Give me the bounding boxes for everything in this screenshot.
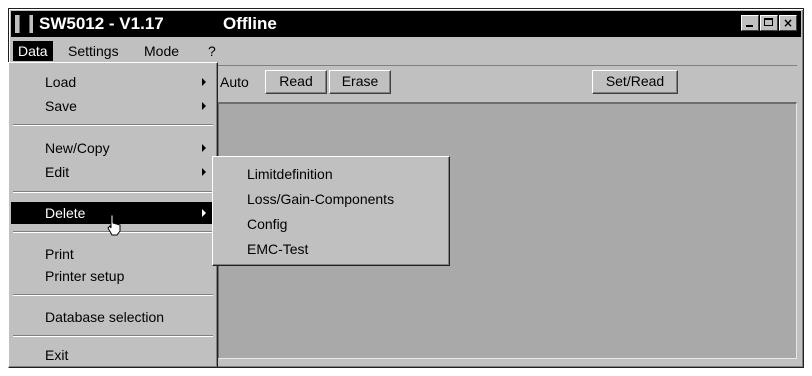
submenu-arrow-icon [202,209,206,217]
menu-separator [13,335,213,337]
close-icon[interactable]: × [779,15,797,31]
menu-separator [13,294,213,296]
delete-submenu: Limitdefinition Loss/Gain-Components Con… [212,156,450,266]
menu-item-load[interactable]: Load [11,71,215,93]
menu-separator [13,124,213,126]
submenu-item-config[interactable]: Config [247,213,287,235]
submenu-arrow-icon [202,144,206,152]
erase-button[interactable]: Erase [329,70,391,94]
submenu-item-limitdefinition[interactable]: Limitdefinition [247,163,333,185]
menu-settings[interactable]: Settings [63,41,124,61]
menu-item-printer-setup[interactable]: Printer setup [11,265,215,287]
menu-item-new-copy[interactable]: New/Copy [11,137,215,159]
submenu-item-loss-gain-components[interactable]: Loss/Gain-Components [247,188,394,210]
menu-mode[interactable]: Mode [139,41,184,61]
submenu-item-emc-test[interactable]: EMC-Test [247,238,308,260]
menu-separator [13,191,213,193]
window-title: SW5012 - V1.17 [39,14,164,33]
menu-item-database-selection[interactable]: Database selection [11,306,215,328]
menu-item-edit[interactable]: Edit [11,161,215,183]
toolbar: Auto Read Erase Set/Read [217,65,797,103]
set-read-button[interactable]: Set/Read [592,70,678,94]
menu-item-save[interactable]: Save [11,95,215,117]
submenu-arrow-icon [202,168,206,176]
menu-bar: Data Settings Mode ? [11,39,801,63]
connection-status: Offline [223,14,277,33]
submenu-arrow-icon [202,102,206,110]
menu-data[interactable]: Data [13,41,53,61]
minimize-icon[interactable] [741,15,759,31]
submenu-arrow-icon [202,78,206,86]
maximize-icon[interactable] [760,15,778,31]
app-grid-icon[interactable]: ██ ██ ██ [15,15,33,33]
menu-item-print[interactable]: Print [11,243,215,265]
read-button[interactable]: Read [265,70,327,94]
auto-label: Auto [220,74,249,90]
menu-help[interactable]: ? [203,41,221,61]
mouse-pointer-icon [107,214,121,236]
menu-item-exit[interactable]: Exit [11,344,215,366]
data-dropdown-menu: Load Save New/Copy Edit Delete Print Pri… [8,62,218,368]
title-bar[interactable]: ██ ██ ██ SW5012 - V1.17 Offline × [11,11,801,37]
